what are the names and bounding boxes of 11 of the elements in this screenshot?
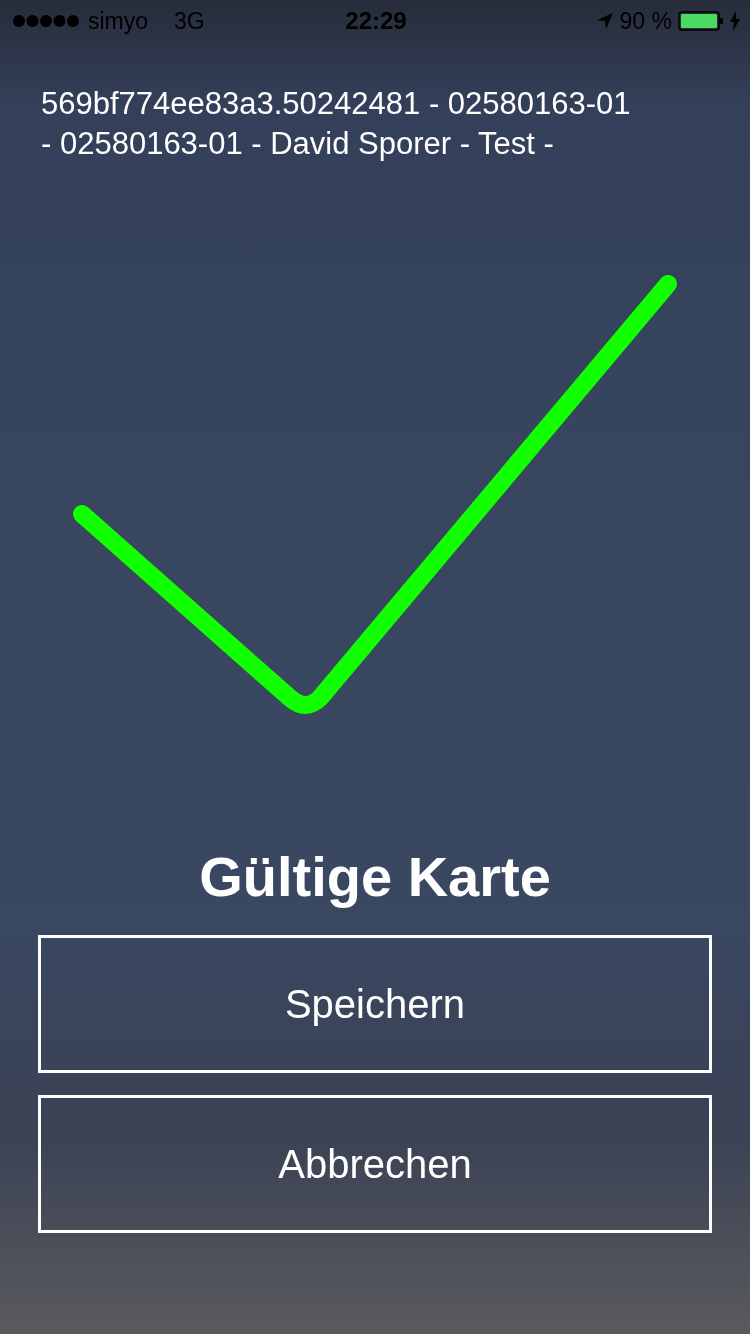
location-arrow-icon — [595, 12, 614, 30]
action-button[interactable]: Speichern — [38, 935, 712, 1073]
card-info-text: 569bf774ee83a3.50242481 - 02580163-01 - 02580163-01 - David Sporer - Test - — [40, 85, 631, 163]
battery-icon — [678, 11, 724, 31]
status-time: 22:29 — [345, 7, 407, 35]
carrier-name: simyo — [88, 7, 149, 35]
battery-percent: 90 % — [619, 7, 672, 35]
network-type: 3G — [174, 7, 205, 35]
action-button[interactable]: Abbrechen — [38, 1095, 712, 1233]
result-title: Gültige Karte — [198, 844, 552, 909]
signal-icon — [12, 14, 80, 28]
